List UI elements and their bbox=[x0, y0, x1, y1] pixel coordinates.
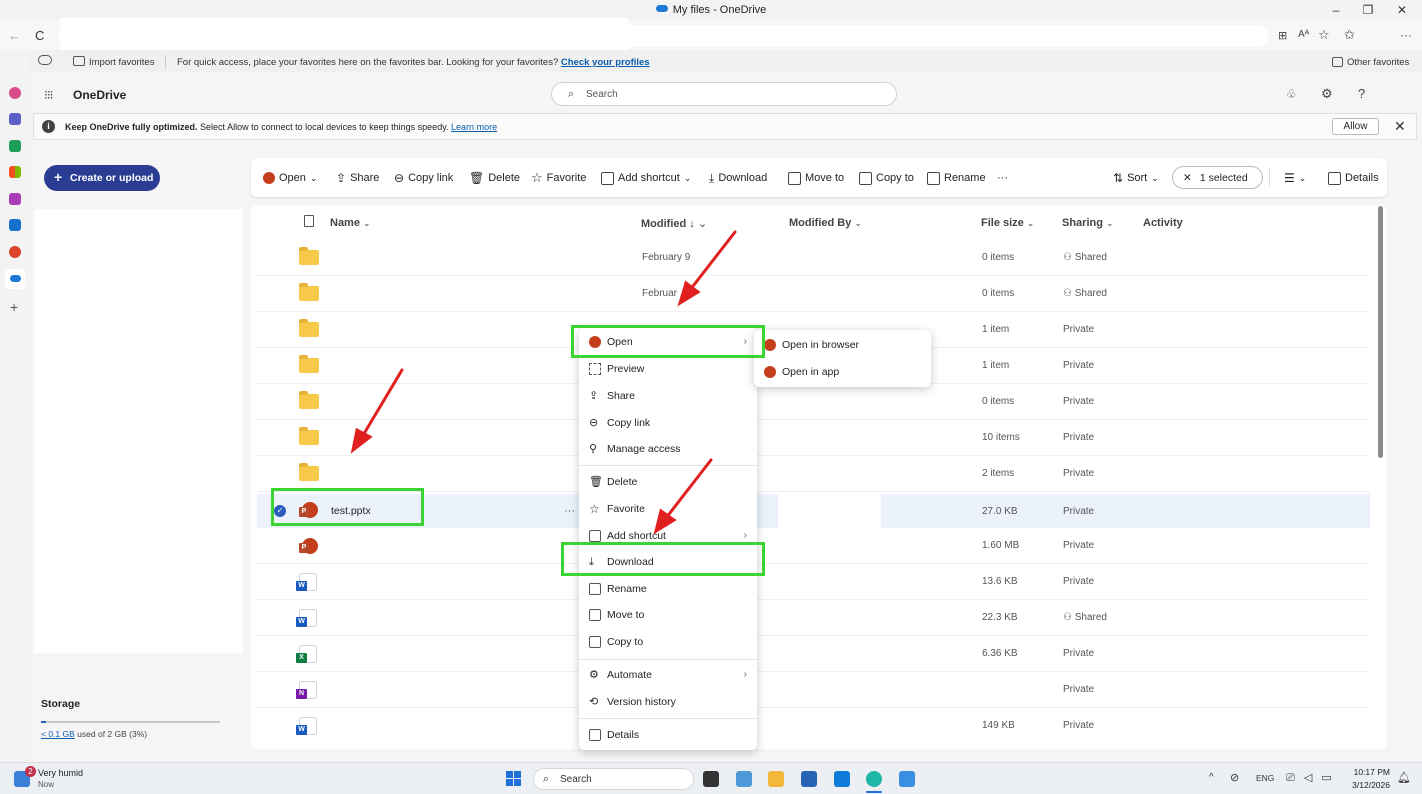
arrow-head bbox=[653, 508, 677, 535]
arrow-line bbox=[688, 230, 737, 292]
annotation-arrows bbox=[350, 230, 737, 535]
microsoft-store-icon[interactable] bbox=[834, 771, 850, 787]
network-icon[interactable]: ⊘ bbox=[1230, 771, 1239, 784]
task-view-icon[interactable] bbox=[703, 771, 719, 787]
search-icon: ⌕ bbox=[543, 773, 550, 785]
arrow-head bbox=[677, 280, 701, 307]
clock-time[interactable]: 10:17 PM bbox=[1346, 767, 1390, 777]
taskbar-search[interactable]: ⌕ Search bbox=[533, 768, 694, 790]
notification-icon[interactable]: 🔔︎ bbox=[1397, 771, 1411, 784]
language-indicator[interactable]: ENG bbox=[1256, 773, 1274, 783]
arrow-line bbox=[360, 368, 404, 439]
weather-sub: Now bbox=[38, 780, 55, 789]
active-indicator bbox=[866, 791, 882, 793]
copilot-taskbar-icon[interactable] bbox=[736, 771, 752, 787]
arrow-head bbox=[350, 427, 373, 454]
file-explorer-icon[interactable] bbox=[768, 771, 784, 787]
start-icon[interactable] bbox=[506, 771, 522, 787]
arrow-line bbox=[664, 458, 713, 520]
weather-text[interactable]: Very humid bbox=[38, 768, 83, 778]
app-icon[interactable] bbox=[899, 771, 915, 787]
system-tray-icons[interactable]: ⎚ ◁ ▭ bbox=[1286, 771, 1335, 785]
store-icon[interactable] bbox=[801, 771, 817, 787]
taskbar-search-label: Search bbox=[560, 774, 592, 785]
edge-icon[interactable] bbox=[866, 771, 882, 787]
chevron-up-icon[interactable]: ^ bbox=[1209, 772, 1214, 783]
clock-date[interactable]: 3/12/2026 bbox=[1346, 780, 1390, 790]
taskbar: 2 Very humid Now ⌕ Search ^ ⊘ ENG ⎚ ◁ ▭ … bbox=[0, 762, 1422, 794]
weather-badge: 2 bbox=[25, 766, 36, 777]
